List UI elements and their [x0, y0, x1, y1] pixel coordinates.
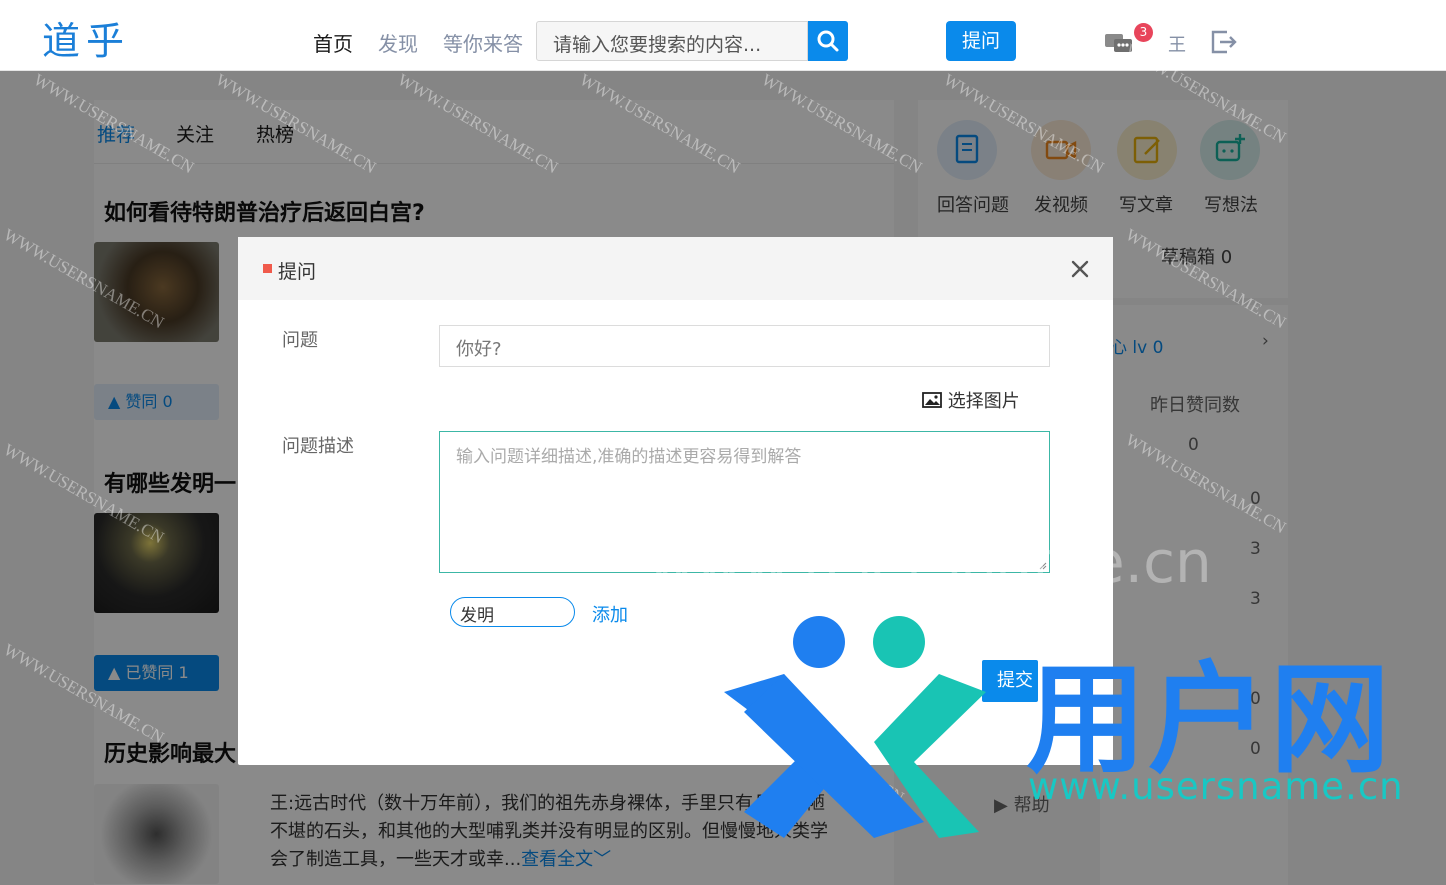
ask-question-button[interactable]: 提问	[946, 21, 1016, 61]
image-icon	[922, 392, 942, 408]
message-count-badge: 3	[1134, 23, 1153, 42]
ask-question-dialog: 提问 问题 你好? 选择图片 问题描述 输入问题详细描述,准确的描述更容易得到解…	[238, 237, 1113, 765]
topic-tag-input[interactable]: 发明	[450, 597, 575, 627]
site-logo[interactable]: 道乎	[42, 10, 130, 65]
search-icon	[817, 30, 839, 52]
question-field-label: 问题	[282, 330, 318, 351]
add-topic-link[interactable]: 添加	[592, 601, 628, 627]
nav-discover[interactable]: 发现	[378, 28, 418, 57]
choose-image-button[interactable]: 选择图片	[922, 387, 1020, 413]
search-input[interactable]: 请输入您要搜索的内容...	[536, 21, 808, 61]
title-marker	[263, 264, 272, 273]
description-field-label: 问题描述	[282, 436, 354, 457]
message-icon[interactable]	[1104, 32, 1134, 56]
close-icon[interactable]	[1069, 258, 1091, 280]
nav-waiting-answers[interactable]: 等你来答	[443, 28, 523, 57]
dialog-title: 提问	[278, 261, 317, 283]
search-button[interactable]	[808, 21, 848, 61]
dialog-header: 提问	[238, 237, 1113, 300]
logout-icon[interactable]	[1210, 29, 1238, 55]
nav-home[interactable]: 首页	[313, 28, 353, 57]
choose-image-label: 选择图片	[947, 391, 1020, 412]
submit-button[interactable]: 提交	[982, 660, 1038, 702]
description-placeholder: 输入问题详细描述,准确的描述更容易得到解答	[456, 447, 802, 467]
resize-handle-icon[interactable]	[1037, 560, 1047, 570]
top-header: 道乎 首页 发现 等你来答 请输入您要搜索的内容... 提问 3 王	[0, 0, 1446, 71]
description-textarea[interactable]: 输入问题详细描述,准确的描述更容易得到解答	[439, 431, 1050, 573]
user-name[interactable]: 王	[1168, 31, 1186, 57]
question-input[interactable]: 你好?	[439, 325, 1050, 367]
